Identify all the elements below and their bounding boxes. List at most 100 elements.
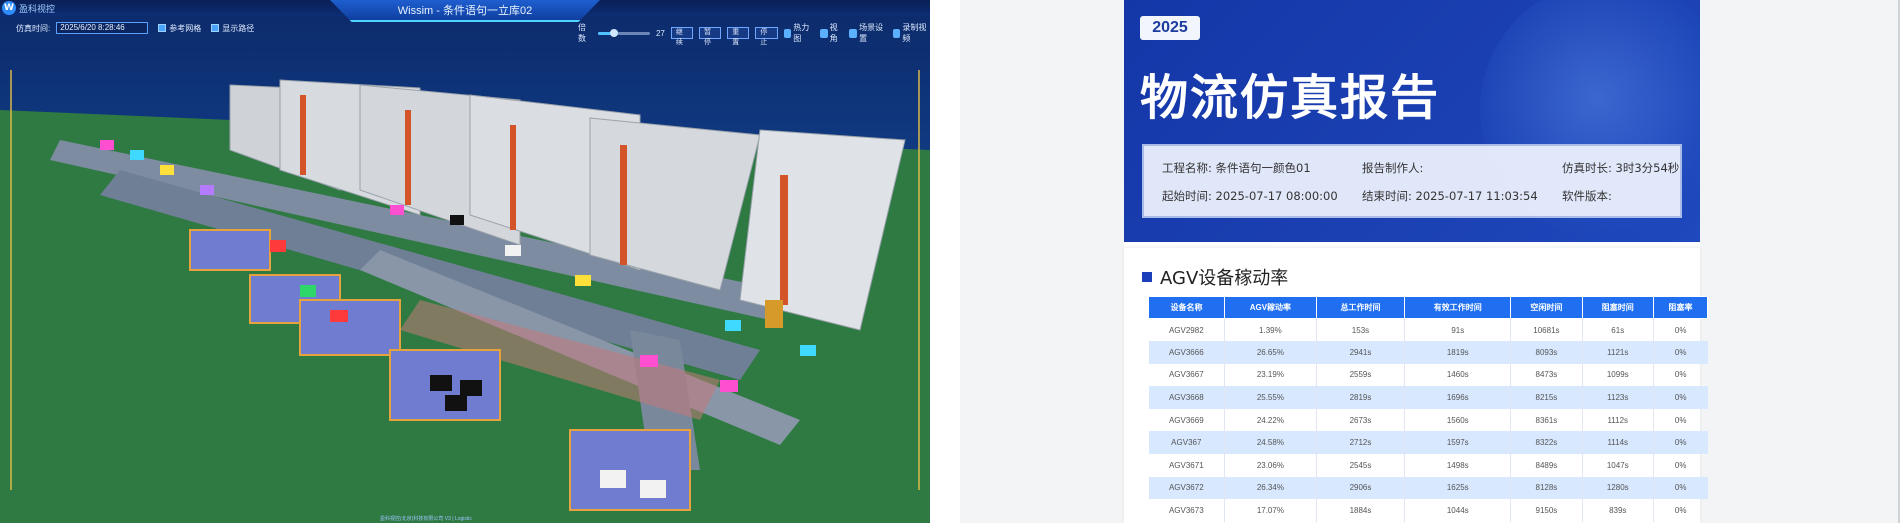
table-cell: 153s — [1315, 318, 1405, 342]
logo-icon: W — [2, 1, 16, 15]
footer-text: 盈科视控(北京)科技有限公司 V3 | Logistic — [380, 516, 472, 522]
checkbox-icon[interactable] — [211, 24, 220, 32]
table-cell: 1498s — [1404, 454, 1511, 477]
table-cell: 1696s — [1404, 386, 1511, 409]
continue-button[interactable]: 继续 — [670, 27, 694, 46]
table-cell: 2819s — [1315, 386, 1405, 409]
table-cell: 0% — [1652, 431, 1708, 455]
table-cell: 8322s — [1510, 431, 1583, 455]
tool-label: 录制视频 — [902, 23, 927, 43]
table-cell: 2941s — [1315, 341, 1405, 364]
table-cell: 24.22% — [1224, 408, 1317, 432]
record-icon — [892, 28, 901, 38]
speed-slider[interactable] — [597, 28, 650, 37]
table-cell: 9150s — [1510, 499, 1583, 522]
table-cell: 1121s — [1581, 341, 1654, 364]
reset-button[interactable]: 重置 — [727, 27, 750, 46]
table-cell: 61s — [1581, 318, 1654, 342]
tool-label: 场景设置 — [859, 23, 884, 43]
table-cell: AGV3669 — [1168, 415, 1204, 425]
table-cell: 1280s — [1581, 476, 1654, 500]
settings-icon — [849, 28, 858, 38]
table-cell: 1044s — [1404, 499, 1511, 522]
time-row: 仿真时间: 2025/6/20 8:28:46 参考网格 显示路径 — [16, 22, 254, 34]
table-cell: 1114s — [1581, 431, 1654, 455]
table-cell: 26.34% — [1224, 476, 1317, 500]
table-cell: 23.06% — [1224, 454, 1317, 477]
table-cell: 0% — [1652, 363, 1708, 387]
record-video-tool[interactable]: 录制视频 — [892, 22, 930, 44]
table-cell: 8215s — [1510, 386, 1583, 409]
table-cell: 1884s — [1315, 499, 1405, 522]
checkbox-path[interactable]: 显示路径 — [211, 23, 254, 34]
table-cell: 1.39% — [1224, 318, 1317, 342]
table-cell: 2545s — [1315, 454, 1405, 477]
column-header: 空闲时间 — [1510, 296, 1583, 319]
table-cell: 1047s — [1581, 454, 1654, 477]
table-cell: 17.07% — [1224, 499, 1317, 522]
table-cell: 1099s — [1581, 363, 1654, 387]
section-marker-icon — [1142, 272, 1152, 282]
view-tool[interactable]: 视角 — [819, 22, 843, 44]
heatmap-tool[interactable]: 热力图 — [783, 22, 814, 44]
table-row: AGV367 24.58% 2712s 1597s 8322s 1114s 0% — [1148, 431, 1708, 455]
eye-icon — [819, 28, 828, 38]
table-row: AGV2982 1.39% 153s 91s 10681s 61s 0% — [1149, 318, 1708, 342]
table-cell: 2673s — [1315, 408, 1405, 432]
report-cover: 2025 物流仿真报告 工程名称: 条件语句一颜色01 报告制作人: 仿真时长:… — [1124, 0, 1700, 242]
table-cell: 0% — [1652, 386, 1708, 409]
table-cell: 8473s — [1510, 363, 1583, 387]
simulation-viewport[interactable]: Wissim - 条件语句一立库02 W 盈科视控 仿真时间: 2025/6/2… — [0, 0, 930, 523]
info-author: 报告制作人: — [1362, 161, 1424, 175]
table-cell: 2712s — [1315, 431, 1405, 455]
table-cell: 0% — [1652, 454, 1708, 477]
info-end-time: 结束时间: 2025-07-17 11:03:54 — [1362, 189, 1538, 203]
table-cell: AGV367 — [1148, 431, 1225, 455]
table-cell: 0% — [1652, 318, 1708, 342]
column-header: AGV稼动率 — [1224, 296, 1317, 319]
control-row: 倍数 27 继续 暂停 重置 停止 热力图 视角 场景设置 录制视频 — [578, 22, 930, 46]
table-cell: 839s — [1581, 499, 1654, 522]
window-title: Wissim - 条件语句一立库02 — [397, 5, 533, 17]
info-start-time: 起始时间: 2025-07-17 08:00:00 — [1162, 189, 1338, 203]
agv-table: 设备名称 AGV稼动率 总工作时间 有效工作时间 空闲时间 阻塞时间 阻塞率 A… — [1147, 296, 1709, 522]
logo-text: 盈科视控 — [19, 3, 56, 14]
info-version: 软件版本: — [1562, 189, 1612, 203]
table-cell: 1460s — [1404, 363, 1511, 387]
speed-slider-handle[interactable] — [609, 28, 618, 37]
time-field[interactable]: 2025/6/20 8:28:46 — [56, 22, 149, 34]
checkbox-grid[interactable]: 参考网格 — [158, 23, 201, 34]
table-cell: 8128s — [1510, 476, 1583, 500]
table-cell: 23.19% — [1224, 363, 1317, 387]
section-header: AGV设备稼动率 — [1142, 264, 1288, 290]
table-cell: 1112s — [1581, 408, 1654, 432]
info-project: 工程名称: 条件语句一颜色01 — [1162, 161, 1311, 175]
column-header: 总工作时间 — [1315, 296, 1406, 319]
section-title: AGV设备稼动率 — [1160, 268, 1289, 289]
table-row: AGV3667 23.19% 2559s 1460s 8473s 1099s 0% — [1149, 363, 1708, 387]
scene-settings-tool[interactable]: 场景设置 — [849, 22, 886, 44]
column-header: 设备名称 — [1147, 296, 1226, 319]
table-cell: 1560s — [1404, 408, 1511, 432]
checkbox-icon[interactable] — [158, 24, 167, 32]
speed-value: 27 — [655, 28, 665, 38]
table-cell: AGV3668 — [1148, 386, 1225, 409]
table-cell: 2906s — [1315, 476, 1405, 500]
checkbox-label: 参考网格 — [169, 23, 202, 33]
table-cell: AGV3666 — [1148, 341, 1225, 364]
column-header: 阻塞率 — [1652, 296, 1709, 319]
table-cell: AGV3671 — [1168, 460, 1204, 470]
warehouse-3d-scene[interactable] — [0, 0, 930, 523]
table-cell: 1123s — [1581, 386, 1654, 409]
table-cell: AGV3672 — [1148, 476, 1225, 500]
divider — [930, 0, 960, 523]
stop-button[interactable]: 停止 — [755, 27, 778, 46]
table-row: AGV3668 25.55% 2819s 1696s 8215s 1123s 0% — [1148, 386, 1708, 409]
table-cell: 2559s — [1315, 363, 1405, 387]
time-label: 仿真时间: — [16, 23, 51, 33]
table-cell: 1625s — [1404, 476, 1511, 500]
table-cell: AGV3673 — [1168, 506, 1204, 516]
table-cell: 0% — [1652, 341, 1708, 364]
pause-button[interactable]: 暂停 — [699, 27, 722, 46]
table-cell: 0% — [1652, 499, 1708, 522]
